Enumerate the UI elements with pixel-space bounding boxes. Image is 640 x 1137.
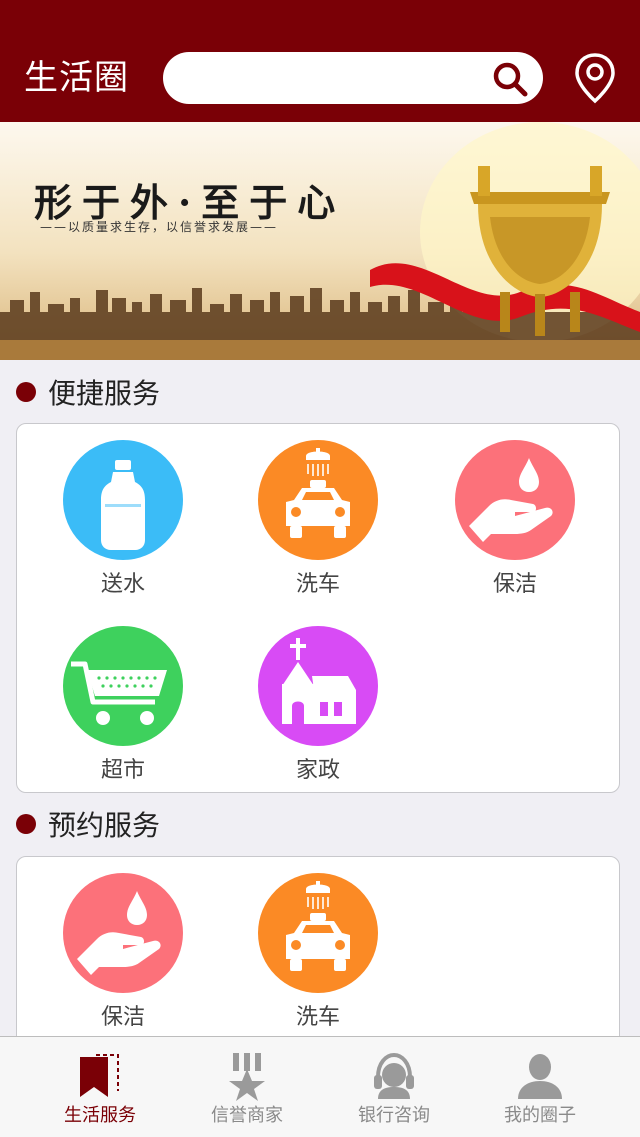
water-bottle-icon <box>63 440 183 560</box>
service-supermarket[interactable]: 超市 <box>43 626 203 786</box>
service-cleaning-booking[interactable]: 保洁 <box>43 873 203 1033</box>
location-pin-icon[interactable] <box>574 52 616 104</box>
section-bullet-icon <box>16 814 36 834</box>
service-label: 家政 <box>295 758 340 783</box>
service-car-wash-booking[interactable]: 洗车 <box>238 873 398 1033</box>
service-housekeeping[interactable]: 家政 <box>238 626 398 786</box>
service-label: 洗车 <box>295 1005 340 1030</box>
promo-banner[interactable]: 形于外·至于心 ——以质量求生存，以信誉求发展—— <box>0 122 640 360</box>
search-icon[interactable] <box>491 60 529 98</box>
cleaning-hand-icon <box>63 873 183 993</box>
bookmark-icon <box>80 1054 119 1097</box>
app-title: 生活圈 <box>24 58 129 98</box>
headset-icon <box>374 1052 414 1099</box>
search-box[interactable] <box>163 52 543 104</box>
car-wash-icon <box>258 440 378 560</box>
banner-subtitle: ——以质量求生存，以信誉求发展—— <box>40 220 279 234</box>
shopping-cart-icon <box>63 626 183 746</box>
medal-star-icon <box>229 1053 265 1101</box>
tab-bank-consult[interactable]: 银行咨询 <box>314 1037 474 1137</box>
search-input[interactable] <box>183 60 487 98</box>
banner-illustration <box>0 122 640 360</box>
service-cleaning[interactable]: 保洁 <box>435 440 595 600</box>
section-title-quick: 便捷服务 <box>16 374 160 414</box>
service-label: 保洁 <box>492 572 537 597</box>
service-car-wash[interactable]: 洗车 <box>238 440 398 600</box>
house-icon <box>258 626 378 746</box>
tab-label: 信誉商家 <box>211 1105 283 1126</box>
cleaning-hand-icon <box>455 440 575 560</box>
service-label: 送水 <box>100 572 145 597</box>
quick-services-panel: 送水 洗车 保洁 超市 家政 <box>16 423 620 793</box>
tab-label: 银行咨询 <box>358 1105 430 1126</box>
tab-label: 我的圈子 <box>504 1105 576 1126</box>
service-water-delivery[interactable]: 送水 <box>43 440 203 600</box>
tab-my-circle[interactable]: 我的圈子 <box>460 1037 620 1137</box>
section-title-text: 预约服务 <box>48 809 161 842</box>
tab-label: 生活服务 <box>64 1105 136 1126</box>
tab-trusted-merchants[interactable]: 信誉商家 <box>167 1037 327 1137</box>
bottom-tab-bar: 生活服务 信誉商家 银行咨询 我的圈子 <box>0 1036 640 1137</box>
service-label: 洗车 <box>295 572 340 597</box>
user-icon <box>518 1054 562 1099</box>
section-bullet-icon <box>16 382 36 402</box>
top-header: 生活圈 <box>0 0 640 122</box>
tab-life-services[interactable]: 生活服务 <box>20 1037 180 1137</box>
service-label: 保洁 <box>100 1005 145 1030</box>
car-wash-icon <box>258 873 378 993</box>
section-title-booking: 预约服务 <box>16 806 160 846</box>
service-label: 超市 <box>100 758 145 783</box>
booking-services-panel: 保洁 洗车 <box>16 856 620 1058</box>
section-title-text: 便捷服务 <box>48 377 161 410</box>
